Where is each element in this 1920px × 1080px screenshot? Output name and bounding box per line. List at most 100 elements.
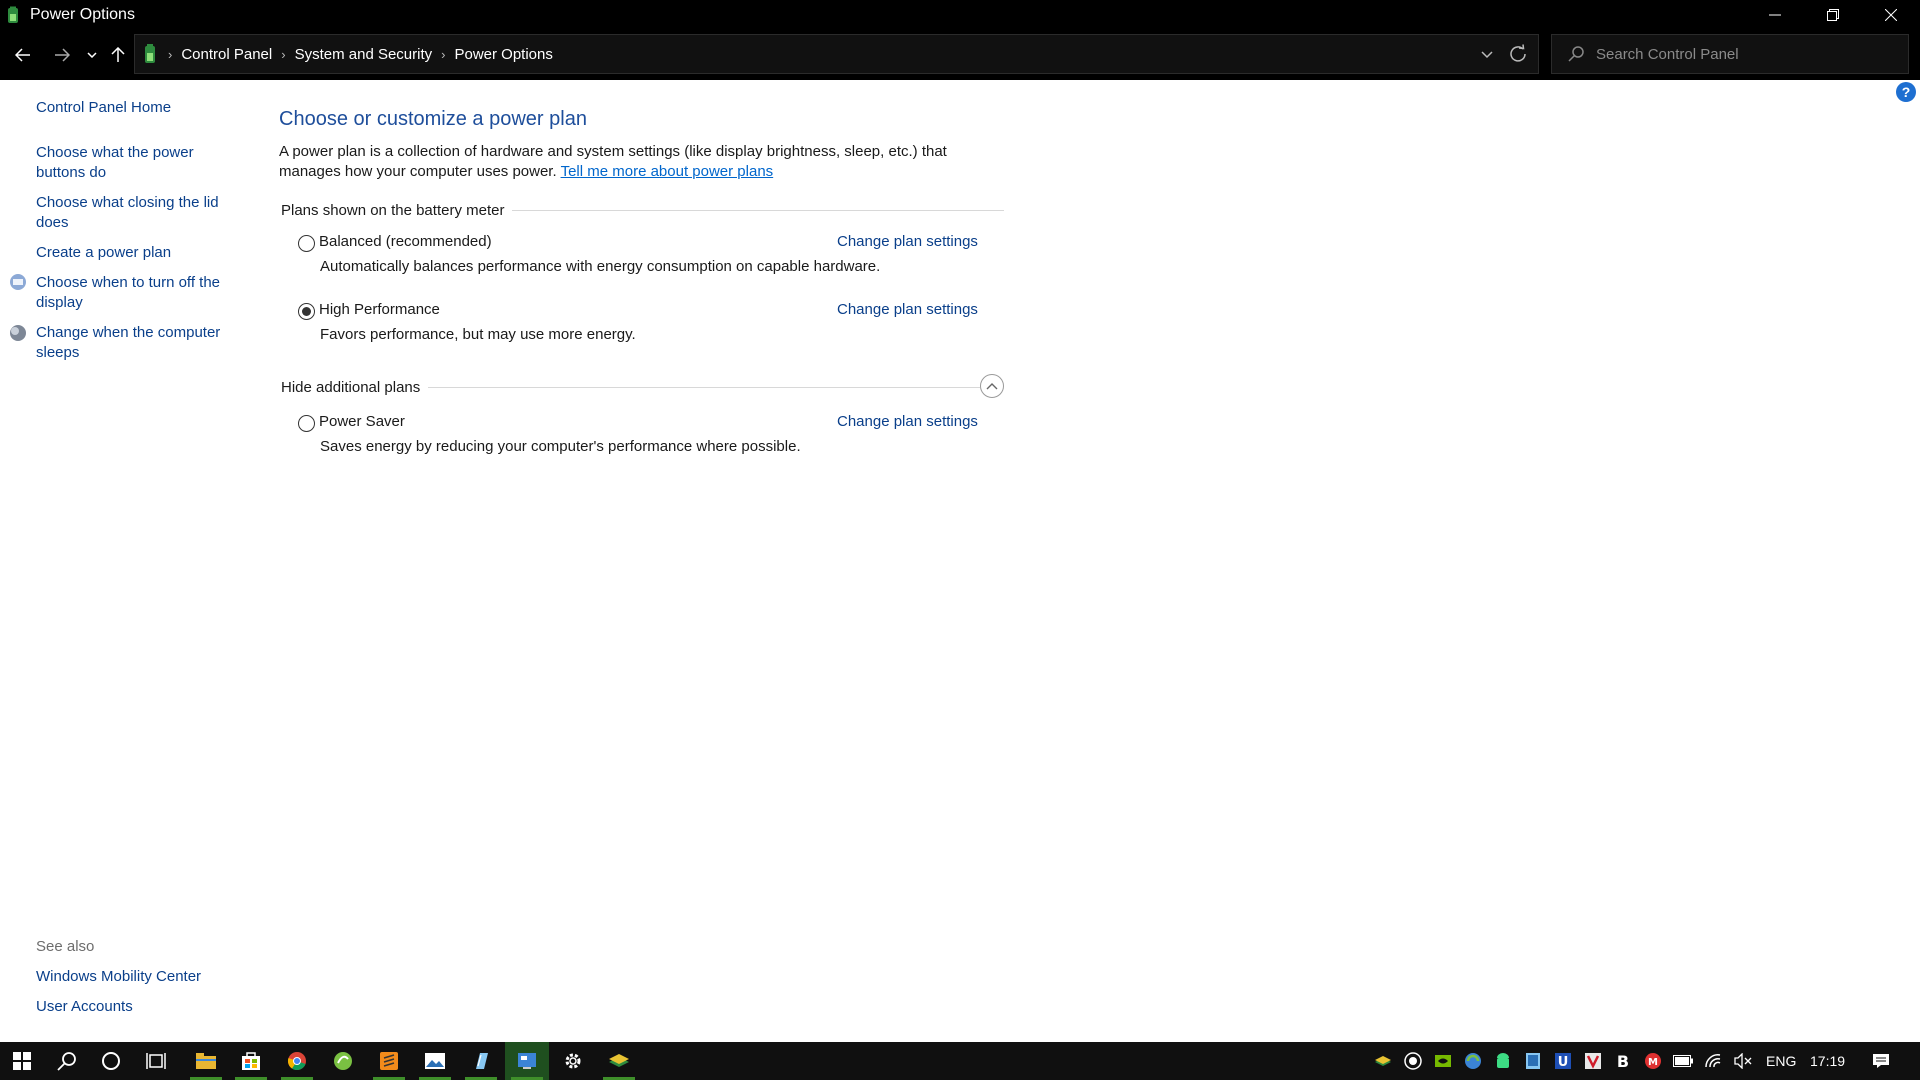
- minimize-icon: [1769, 14, 1781, 15]
- search-input[interactable]: [1596, 45, 1876, 63]
- tray-language[interactable]: ENG: [1766, 1042, 1796, 1080]
- refresh-button[interactable]: [1508, 43, 1528, 70]
- title-bar: Power Options: [0, 0, 1920, 29]
- radio-high-performance[interactable]: [298, 303, 315, 320]
- taskbar-notes[interactable]: [459, 1042, 503, 1080]
- power-options-icon: [8, 6, 18, 23]
- tray-volume[interactable]: [1728, 1042, 1758, 1080]
- task-view-button[interactable]: [134, 1042, 178, 1080]
- tray-network[interactable]: [1698, 1042, 1728, 1080]
- address-dropdown-button[interactable]: [1480, 45, 1494, 70]
- restore-button[interactable]: [1804, 0, 1862, 29]
- chevron-right-icon[interactable]: ›: [281, 47, 285, 62]
- recent-locations-button[interactable]: [84, 41, 100, 69]
- forward-button[interactable]: [49, 41, 75, 69]
- change-plan-settings-power-saver[interactable]: Change plan settings: [837, 413, 978, 430]
- taskbar-file-explorer[interactable]: [184, 1042, 228, 1080]
- control-panel-home-link[interactable]: Control Panel Home: [36, 98, 236, 118]
- left-pane: Control Panel Home Choose what the power…: [0, 80, 250, 1042]
- computer-sleeps-link[interactable]: Change when the computer sleeps: [36, 323, 236, 363]
- section-divider: [512, 209, 1005, 211]
- sublime-text-icon: [380, 1052, 398, 1070]
- u-app-icon: U: [1555, 1053, 1571, 1070]
- search-icon: [57, 1052, 76, 1071]
- power-options-window: Power Options › Control Panel › System a…: [0, 0, 1920, 1080]
- taskbar-power-app[interactable]: [597, 1042, 641, 1080]
- create-power-plan-link[interactable]: Create a power plan: [36, 243, 236, 263]
- tray-android-app[interactable]: [1488, 1042, 1518, 1080]
- taskbar-chrome[interactable]: [275, 1042, 319, 1080]
- taskbar-control-panel[interactable]: [505, 1042, 549, 1080]
- radio-balanced[interactable]: [298, 235, 315, 252]
- close-button[interactable]: [1862, 0, 1920, 29]
- taskbar-sublime[interactable]: [367, 1042, 411, 1080]
- radio-power-saver[interactable]: [298, 415, 315, 432]
- help-button[interactable]: ?: [1896, 82, 1916, 102]
- tray-layers-app[interactable]: [1368, 1042, 1398, 1080]
- plan-name-balanced[interactable]: Balanced (recommended): [319, 233, 492, 250]
- action-center-button[interactable]: [1866, 1042, 1896, 1080]
- power-options-icon: [145, 44, 155, 63]
- cortana-button[interactable]: [89, 1042, 133, 1080]
- section-additional-plans-label: Hide additional plans: [281, 378, 421, 396]
- tray-tablet-app[interactable]: [1518, 1042, 1548, 1080]
- tray-clock[interactable]: 17:19: [1810, 1042, 1845, 1080]
- section-battery-meter: Plans shown on the battery meter: [281, 199, 1005, 221]
- tray-v-app[interactable]: [1578, 1042, 1608, 1080]
- android-icon: [1497, 1053, 1509, 1068]
- chevron-right-icon[interactable]: ›: [441, 47, 445, 62]
- up-button[interactable]: [108, 41, 128, 69]
- m-app-icon: M: [1645, 1053, 1661, 1069]
- user-accounts-link[interactable]: User Accounts: [36, 997, 236, 1017]
- restore-icon: [1827, 8, 1839, 21]
- change-plan-settings-high-performance[interactable]: Change plan settings: [837, 301, 978, 318]
- tray-record-app[interactable]: [1398, 1042, 1428, 1080]
- power-buttons-link[interactable]: Choose what the power buttons do: [36, 143, 236, 183]
- layers-icon: [609, 1054, 629, 1067]
- mobility-center-link[interactable]: Windows Mobility Center: [36, 967, 236, 987]
- plan-name-high-performance[interactable]: High Performance: [319, 301, 440, 318]
- breadcrumb-system-and-security[interactable]: System and Security: [295, 46, 433, 63]
- tray-nvidia[interactable]: [1428, 1042, 1458, 1080]
- svg-text:B: B: [1617, 1052, 1629, 1070]
- taskbar-settings[interactable]: [551, 1042, 595, 1080]
- minimize-button[interactable]: [1746, 0, 1804, 29]
- tray-u-app[interactable]: U: [1548, 1042, 1578, 1080]
- battery-icon: [1673, 1055, 1693, 1067]
- tray-battery[interactable]: [1668, 1042, 1698, 1080]
- search-box[interactable]: [1551, 34, 1909, 74]
- learn-more-link[interactable]: Tell me more about power plans: [561, 163, 774, 180]
- tray-m-app[interactable]: M: [1638, 1042, 1668, 1080]
- collapse-additional-plans-button[interactable]: [980, 374, 1004, 398]
- taskbar-app-green[interactable]: [321, 1042, 365, 1080]
- page-description: A power plan is a collection of hardware…: [279, 142, 979, 182]
- address-box[interactable]: › Control Panel › System and Security › …: [134, 34, 1539, 74]
- record-icon: [1404, 1052, 1422, 1070]
- plan-name-power-saver[interactable]: Power Saver: [319, 413, 405, 430]
- taskbar-photos[interactable]: [413, 1042, 457, 1080]
- back-button[interactable]: [10, 41, 36, 69]
- turn-off-display-link[interactable]: Choose when to turn off the display: [36, 273, 236, 313]
- tray-b-app[interactable]: B: [1608, 1042, 1638, 1080]
- chevron-down-icon: [87, 52, 97, 58]
- tray-sync-app[interactable]: [1458, 1042, 1488, 1080]
- breadcrumb-power-options[interactable]: Power Options: [454, 46, 552, 63]
- taskbar-store[interactable]: [229, 1042, 273, 1080]
- tablet-icon: [1526, 1053, 1540, 1069]
- arrow-right-icon: [55, 48, 70, 62]
- section-divider: [428, 386, 981, 388]
- change-plan-settings-balanced[interactable]: Change plan settings: [837, 233, 978, 250]
- cortana-icon: [102, 1052, 120, 1070]
- windows-logo-icon: [13, 1052, 31, 1070]
- plan-desc-power-saver: Saves energy by reducing your computer's…: [320, 438, 801, 455]
- breadcrumb-control-panel[interactable]: Control Panel: [181, 46, 272, 63]
- search-taskbar-button[interactable]: [45, 1042, 89, 1080]
- address-bar: › Control Panel › System and Security › …: [0, 29, 1920, 80]
- folder-icon: [196, 1053, 216, 1069]
- plan-desc-balanced: Automatically balances performance with …: [320, 258, 881, 275]
- lid-closing-link[interactable]: Choose what closing the lid does: [36, 193, 236, 233]
- chevron-down-icon: [1481, 51, 1493, 59]
- plan-desc-high-performance: Favors performance, but may use more ene…: [320, 326, 636, 343]
- green-app-icon: [334, 1052, 352, 1070]
- start-button[interactable]: [0, 1042, 44, 1080]
